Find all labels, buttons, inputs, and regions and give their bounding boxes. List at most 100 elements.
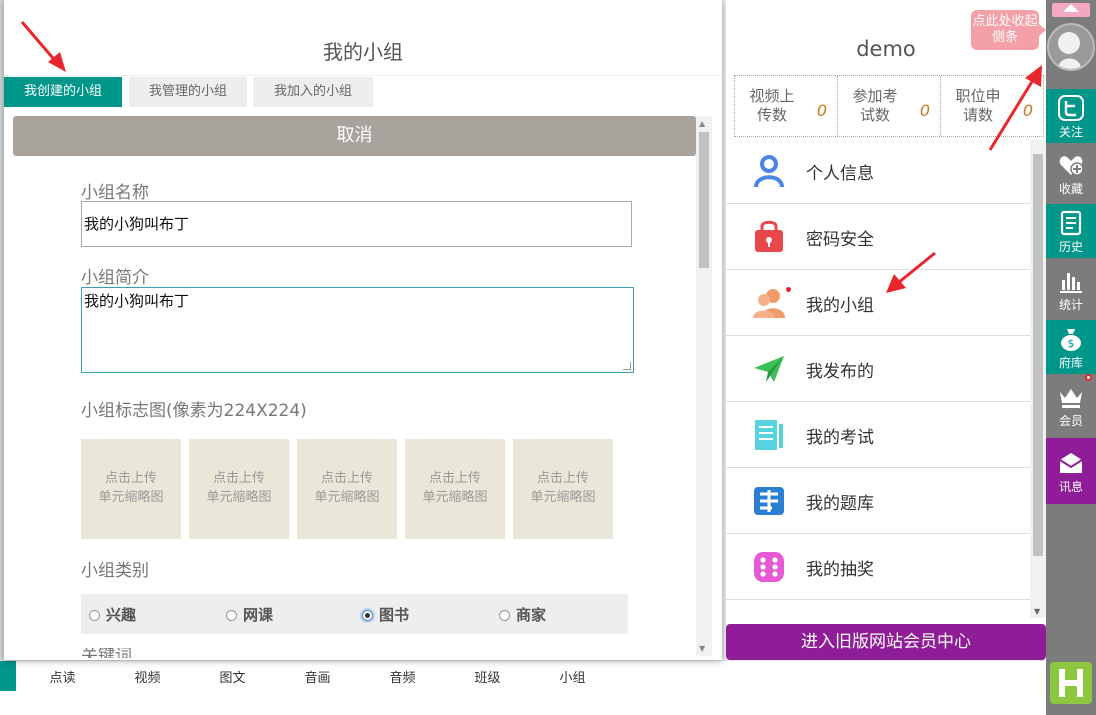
- document-icon: [1060, 210, 1082, 236]
- money-bag-icon: $: [1061, 329, 1081, 351]
- collapse-sidebar-tooltip: 点此处收起侧条: [971, 10, 1046, 50]
- sidebar-label: 讯息: [1058, 480, 1083, 494]
- group-intro-textarea[interactable]: 我的小狗叫布丁: [81, 287, 634, 373]
- notification-dot: [786, 287, 791, 292]
- stat-video-uploads[interactable]: 视频上传数 0: [735, 76, 838, 136]
- radio-label: 兴趣: [106, 606, 137, 624]
- radio-checked-icon: [362, 610, 373, 621]
- menu-label: 我的小组: [806, 296, 874, 316]
- panel-scrollbar[interactable]: ▲ ▼: [696, 116, 712, 656]
- category-radio-merchant[interactable]: 商家: [499, 604, 546, 625]
- group-name-input[interactable]: 我的小狗叫布丁: [81, 201, 632, 247]
- menu-label: 我的题库: [806, 494, 874, 514]
- menu-label: 密码安全: [806, 230, 874, 250]
- radio-label: 商家: [516, 606, 547, 624]
- cancel-button[interactable]: 取消: [13, 116, 696, 156]
- menu-item-published[interactable]: 我发布的: [726, 336, 1030, 402]
- sidebar-item-messages[interactable]: 讯息: [1046, 438, 1096, 504]
- menu-item-my-group[interactable]: 我的小组: [726, 270, 1030, 336]
- upload-thumbnail-box[interactable]: 点击上传 单元缩略图: [189, 439, 289, 539]
- group-icon: [753, 289, 785, 318]
- category-radio-book[interactable]: 图书: [362, 604, 409, 625]
- dice-icon: [754, 552, 784, 582]
- user-icon: [754, 155, 784, 188]
- group-tabs: 我创建的小组 我管理的小组 我加入的小组: [4, 75, 722, 107]
- stats-row: 视频上传数 0 参加考试数 0 职位申请数 0: [734, 75, 1044, 137]
- old-member-center-button[interactable]: 进入旧版网站会员中心: [726, 624, 1046, 660]
- scroll-down-icon[interactable]: ▼: [1034, 607, 1040, 616]
- menu-label: 个人信息: [806, 164, 874, 184]
- heart-plus-icon: [1059, 156, 1084, 176]
- sidebar-top: [1046, 0, 1096, 20]
- bottom-category-bar: 点读 视频 图文 音画 音频 班级 小组: [0, 660, 1046, 715]
- upload-thumbnail-box[interactable]: 点击上传 单元缩略图: [513, 439, 613, 539]
- category-radio-course[interactable]: 网课: [226, 604, 273, 625]
- question-bank-icon: [754, 487, 784, 515]
- scroll-thumb[interactable]: [699, 132, 709, 268]
- scroll-thumb[interactable]: [1033, 154, 1043, 556]
- upload-subtext: 单元缩略图: [314, 490, 380, 505]
- radio-label: 图书: [379, 606, 410, 624]
- logo-upload-row: 点击上传 单元缩略图 点击上传 单元缩略图 点击上传 单元缩略图 点击上传 单元缩略图 …: [81, 439, 621, 539]
- group-intro-text: 我的小狗叫布丁: [84, 292, 190, 310]
- menu-scrollbar[interactable]: ▼: [1030, 140, 1046, 618]
- radio-icon: [226, 610, 237, 621]
- sidebar-item-statistics[interactable]: 统计: [1046, 262, 1096, 316]
- bottom-nav-item[interactable]: 音画: [275, 667, 360, 686]
- stat-value: 0: [919, 101, 930, 120]
- scroll-up-icon[interactable]: ▲: [699, 119, 705, 128]
- collapse-up-icon[interactable]: [1052, 3, 1090, 17]
- menu-item-exams[interactable]: 我的考试: [726, 402, 1030, 468]
- upload-thumbnail-box[interactable]: 点击上传 单元缩略图: [297, 439, 397, 539]
- tab-managed-groups[interactable]: 我管理的小组: [129, 77, 247, 107]
- sidebar-item-treasury[interactable]: $ 府库: [1046, 320, 1096, 374]
- stat-value: 0: [816, 101, 827, 120]
- lock-icon: [755, 220, 783, 252]
- sidebar-label: 会员: [1058, 414, 1083, 428]
- upload-text: 点击上传: [320, 471, 373, 486]
- keywords-label: 关键词: [81, 648, 132, 658]
- tab-joined-groups[interactable]: 我加入的小组: [253, 77, 373, 107]
- menu-item-lottery[interactable]: 我的抽奖: [726, 534, 1030, 600]
- menu-item-question-bank[interactable]: 我的题库: [726, 468, 1030, 534]
- sidebar-item-history[interactable]: 历史: [1046, 204, 1096, 258]
- sidebar-label: 收藏: [1058, 182, 1083, 196]
- resize-grip[interactable]: [623, 362, 631, 370]
- group-intro-label: 小组简介: [81, 268, 149, 288]
- stat-exams[interactable]: 参加考试数 0: [838, 76, 941, 136]
- stat-label: 参加考试数: [852, 87, 898, 124]
- svg-text:$: $: [1068, 337, 1075, 350]
- screen: 点读 视频 图文 音画 音频 班级 小组 我的小组 我创建的小组 我管理的小组 …: [0, 0, 1096, 715]
- upload-thumbnail-box[interactable]: 点击上传 单元缩略图: [81, 439, 181, 539]
- sidebar-label: 关注: [1058, 125, 1083, 139]
- bottom-nav-item[interactable]: 图文: [190, 667, 275, 686]
- site-logo-icon[interactable]: [1050, 662, 1092, 704]
- sidebar-item-favorites[interactable]: 收藏: [1046, 146, 1096, 200]
- scroll-down-icon[interactable]: ▼: [699, 644, 705, 653]
- group-name-label: 小组名称: [81, 183, 149, 203]
- paper-plane-icon: [754, 356, 784, 382]
- avatar-silhouette-icon: [1049, 25, 1093, 69]
- bottom-nav-item[interactable]: 班级: [445, 667, 530, 686]
- upload-subtext: 单元缩略图: [206, 490, 272, 505]
- sidebar-item-membership[interactable]: 会员: [1046, 378, 1096, 432]
- stat-job-applications[interactable]: 职位申请数 0: [941, 76, 1043, 136]
- bottom-nav-item[interactable]: 点读: [20, 667, 105, 686]
- category-radio-interest[interactable]: 兴趣: [89, 604, 136, 625]
- upload-thumbnail-box[interactable]: 点击上传 单元缩略图: [405, 439, 505, 539]
- bottom-nav-item[interactable]: 小组: [530, 667, 615, 686]
- group-category-label: 小组类别: [81, 561, 149, 581]
- menu-item-profile[interactable]: 个人信息: [726, 138, 1030, 204]
- twitter-bird-icon: [1058, 95, 1084, 121]
- menu-item-password[interactable]: 密码安全: [726, 204, 1030, 270]
- stat-label: 职位申请数: [955, 87, 1001, 124]
- bottom-nav-item[interactable]: 音频: [360, 667, 445, 686]
- notification-dot: [1085, 374, 1092, 381]
- bottom-nav-item[interactable]: 视频: [105, 667, 190, 686]
- member-center-panel: demo 视频上传数 0 参加考试数 0 职位申请数 0 个人信息 密码安全 我的小组: [726, 0, 1046, 660]
- tab-created-groups[interactable]: 我创建的小组: [4, 77, 122, 107]
- sidebar-item-follow[interactable]: 关注: [1046, 89, 1096, 143]
- upload-text: 点击上传: [536, 471, 589, 486]
- menu-label: 我发布的: [806, 362, 874, 382]
- avatar[interactable]: [1047, 23, 1095, 71]
